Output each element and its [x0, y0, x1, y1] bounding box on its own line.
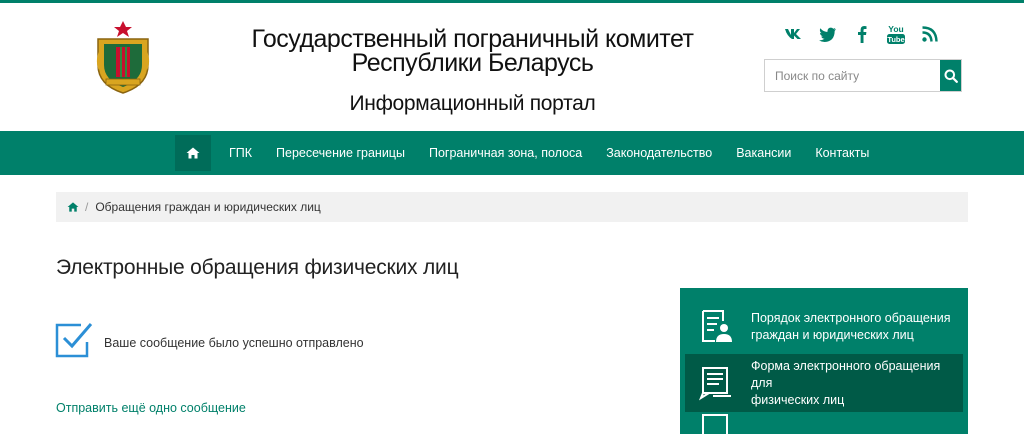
site-header: Государственный пограничный комитет Респ… [0, 3, 1024, 131]
sidebar-item-individuals-form-line1: Форма электронного обращения для [751, 358, 941, 390]
home-icon [67, 202, 79, 212]
search-button[interactable] [940, 60, 961, 91]
checkbox-checked-icon [55, 322, 93, 358]
site-subtitle: Информационный портал [349, 92, 596, 115]
border-committee-emblem-logo[interactable] [92, 19, 154, 95]
page-title: Электронные обращения физических лиц [56, 256, 459, 279]
vk-icon[interactable] [784, 23, 804, 45]
site-title-line2: Республики Беларусь [351, 49, 594, 77]
breadcrumb-home-link[interactable] [67, 202, 79, 212]
sidebar-item-next[interactable] [685, 412, 963, 434]
site-title: Государственный пограничный комитет Респ… [200, 25, 745, 77]
sidebar-item-procedure-line1: Порядок электронного обращения [751, 311, 951, 325]
twitter-icon[interactable] [818, 23, 838, 45]
breadcrumb-separator: / [85, 200, 89, 214]
sidebar-item-individuals-form[interactable]: Форма электронного обращения для физичес… [685, 354, 963, 412]
search-input[interactable] [765, 60, 940, 91]
rss-icon[interactable] [920, 23, 940, 45]
site-title-line1: Государственный пограничный комитет [251, 25, 695, 53]
breadcrumb: / Обращения граждан и юридических лиц [56, 192, 968, 222]
search-icon [944, 69, 958, 83]
sidebar-menu: Порядок электронного обращения граждан и… [680, 288, 968, 434]
nav-item-border-zone[interactable]: Пограничная зона, полоса [417, 131, 594, 175]
nav-item-legislation[interactable]: Законодательство [594, 131, 724, 175]
facebook-icon[interactable] [852, 23, 872, 45]
nav-item-vacancies[interactable]: Вакансии [724, 131, 803, 175]
social-links: You Tube [784, 23, 940, 45]
main-navigation: ГПК Пересечение границы Пограничная зона… [0, 131, 1024, 175]
youtube-icon-text-top: You [888, 24, 903, 34]
nav-item-border-crossing[interactable]: Пересечение границы [264, 131, 417, 175]
sidebar-item-individuals-form-line2: физических лиц [751, 392, 845, 407]
site-search [764, 59, 962, 92]
nav-home-button[interactable] [175, 135, 211, 171]
home-icon [186, 147, 200, 159]
nav-item-gpk[interactable]: ГПК [217, 131, 264, 175]
sidebar-item-procedure-line2: граждан и юридических лиц [751, 328, 914, 342]
document-user-icon [702, 310, 732, 342]
success-message: Ваше сообщение было успешно отправлено [104, 336, 364, 350]
nav-item-contacts[interactable]: Контакты [803, 131, 881, 175]
document-form-icon [699, 367, 731, 401]
send-another-message-link[interactable]: Отправить ещё одно сообщение [56, 401, 246, 415]
breadcrumb-current: Обращения граждан и юридических лиц [95, 200, 321, 214]
sidebar-item-procedure[interactable]: Порядок электронного обращения граждан и… [685, 298, 963, 356]
youtube-icon[interactable]: You Tube [886, 23, 906, 45]
youtube-icon-text-bottom: Tube [887, 35, 904, 44]
document-icon [702, 414, 728, 434]
